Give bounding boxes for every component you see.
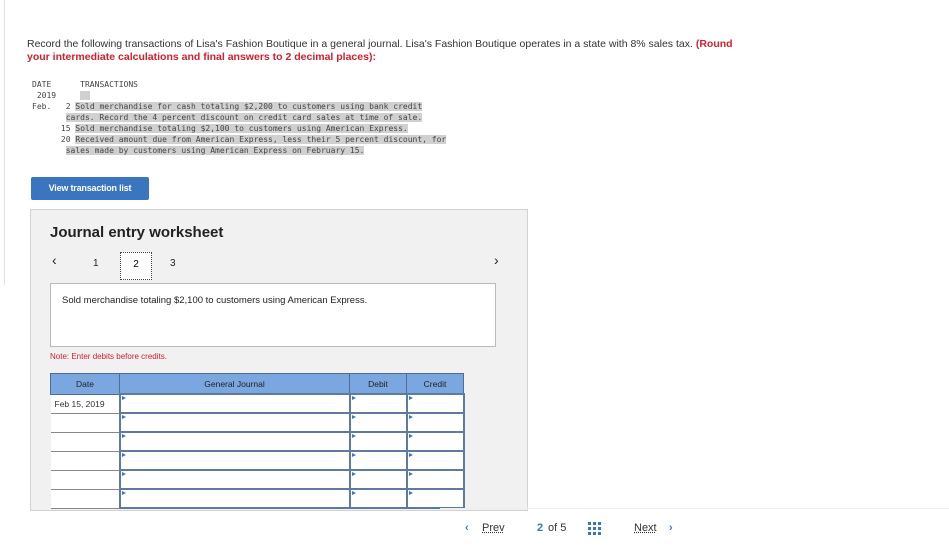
credit-input[interactable]	[405, 450, 465, 471]
tx-day: 15	[60, 124, 71, 133]
instructions-text: Record the following transactions of Lis…	[27, 38, 693, 50]
col-debit: Debit	[349, 373, 407, 395]
next-chevron-icon[interactable]: ›	[669, 522, 673, 534]
entry-description: Sold merchandise totaling $2,100 to cust…	[50, 283, 496, 347]
transactions-list: DATE TRANSACTIONS 2019 Feb. 2 Sold merch…	[32, 79, 447, 156]
next-link[interactable]: Next	[634, 522, 657, 534]
description-text: Sold merchandise totaling $2,100 to cust…	[62, 295, 368, 306]
page-2-tab[interactable]: 2	[120, 252, 152, 280]
instructions: Record the following transactions of Lis…	[27, 38, 747, 64]
account-input[interactable]	[118, 412, 351, 433]
tx-line: Sold merchandise for cash totaling $2,20…	[75, 102, 423, 111]
next-label[interactable]: Next	[634, 522, 657, 534]
row-date	[50, 431, 120, 452]
table-row	[50, 488, 465, 509]
tx-line: Received amount due from American Expres…	[75, 135, 447, 144]
debit-input[interactable]	[348, 431, 408, 452]
page-3-tab[interactable]: 3	[170, 258, 176, 269]
tx-header: TRANSACTIONS	[80, 80, 138, 89]
tx-month: Feb.	[32, 102, 52, 111]
sidebar-edge	[0, 0, 5, 285]
prev-entry-icon[interactable]: ‹	[52, 252, 57, 268]
current-page: 2	[537, 522, 544, 534]
table-row	[50, 450, 465, 471]
page-total: of 5	[548, 522, 567, 534]
account-input[interactable]	[118, 488, 351, 509]
row-date: Feb 15, 2019	[50, 393, 120, 414]
debit-input[interactable]	[348, 393, 408, 414]
table-row	[50, 469, 465, 490]
row-date	[50, 450, 120, 471]
credit-input[interactable]	[405, 393, 465, 414]
debit-input[interactable]	[348, 488, 408, 509]
account-input[interactable]	[118, 469, 351, 490]
col-general-journal: General Journal	[119, 373, 350, 395]
prev-label[interactable]: Prev	[482, 522, 505, 534]
tx-day: 2	[65, 102, 71, 111]
credit-input[interactable]	[405, 412, 465, 433]
tx-day: 20	[60, 135, 71, 144]
tx-header-date: DATE	[32, 80, 52, 89]
row-date	[50, 488, 120, 509]
journal-table: Date General Journal Debit Credit Feb 15…	[50, 373, 465, 509]
table-row: Feb 15, 2019	[50, 393, 465, 414]
row-date	[50, 469, 120, 490]
table-row	[50, 412, 465, 433]
debit-input[interactable]	[348, 412, 408, 433]
table-row	[50, 431, 465, 452]
credit-input[interactable]	[405, 488, 465, 509]
row-date	[50, 412, 120, 433]
page-1-tab[interactable]: 1	[93, 258, 99, 269]
tx-year: 2019	[36, 91, 57, 100]
tx-line: cards. Record the 4 percent discount on …	[65, 113, 423, 122]
credit-input[interactable]	[405, 431, 465, 452]
account-input[interactable]	[118, 393, 351, 414]
view-transaction-list-button[interactable]: View transaction list	[31, 177, 149, 200]
pagination-bar	[440, 508, 949, 549]
account-input[interactable]	[118, 450, 351, 471]
prev-chevron-icon[interactable]: ‹	[465, 522, 469, 534]
prev-link[interactable]: Prev	[482, 522, 505, 534]
worksheet-title: Journal entry worksheet	[50, 224, 224, 241]
credit-input[interactable]	[405, 469, 465, 490]
next-entry-icon[interactable]: ›	[494, 252, 499, 268]
col-date: Date	[50, 373, 120, 395]
tx-line: Sold merchandise totaling $2,100 to cust…	[75, 124, 408, 133]
tx-line: sales made by customers using American E…	[65, 146, 365, 155]
debit-input[interactable]	[348, 450, 408, 471]
grid-icon[interactable]	[588, 522, 601, 535]
col-credit: Credit	[406, 373, 464, 395]
debit-input[interactable]	[348, 469, 408, 490]
account-input[interactable]	[118, 431, 351, 452]
note-text: Note: Enter debits before credits.	[50, 352, 167, 361]
